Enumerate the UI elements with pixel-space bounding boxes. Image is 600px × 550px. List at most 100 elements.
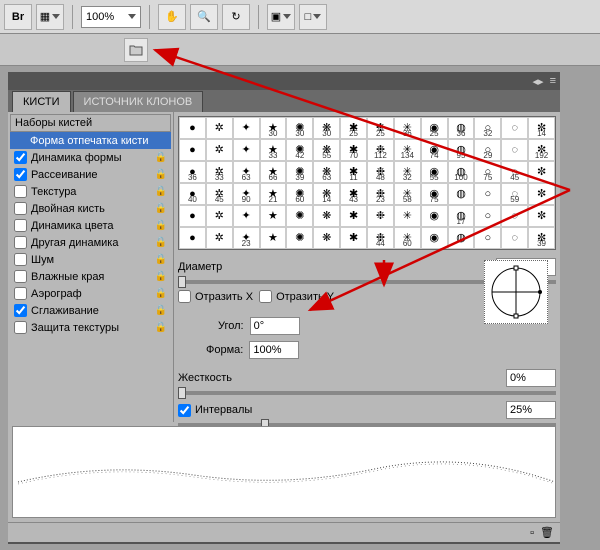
brush-preset[interactable]: ●36 bbox=[179, 161, 206, 183]
brush-preset[interactable]: ✳134 bbox=[394, 139, 421, 161]
brush-preset[interactable]: ❉112 bbox=[367, 139, 394, 161]
check-dual-brush[interactable] bbox=[14, 202, 27, 215]
brush-preset[interactable]: ◉25 bbox=[421, 117, 448, 139]
flip-x-checkbox[interactable]: Отразить X bbox=[178, 290, 253, 303]
brush-preset[interactable]: ✦90 bbox=[233, 183, 260, 205]
brush-preset[interactable]: ★66 bbox=[260, 161, 287, 183]
brush-preset[interactable]: ✳58 bbox=[394, 183, 421, 205]
folder-icon[interactable] bbox=[124, 38, 148, 62]
brush-preset[interactable]: ◉55 bbox=[421, 161, 448, 183]
option-smoothing[interactable]: Сглаживание🔒 bbox=[10, 302, 171, 319]
check-wet-edges[interactable] bbox=[14, 270, 27, 283]
option-tip-shape[interactable]: Форма отпечатка кисти bbox=[10, 132, 171, 149]
option-other-dynamics[interactable]: Другая динамика🔒 bbox=[10, 234, 171, 251]
brush-preset[interactable]: ❋14 bbox=[313, 183, 340, 205]
brush-preset[interactable]: ✲ bbox=[206, 117, 233, 139]
hardness-slider[interactable] bbox=[178, 391, 556, 395]
flip-y-checkbox[interactable]: Отразить Y bbox=[259, 290, 334, 303]
brush-preset[interactable]: ● bbox=[179, 205, 206, 227]
brush-preset[interactable]: ✳ bbox=[394, 205, 421, 227]
brush-preset[interactable]: ◌ bbox=[501, 227, 528, 249]
brush-preset[interactable]: ❋55 bbox=[313, 139, 340, 161]
brush-preset[interactable]: ✲33 bbox=[206, 161, 233, 183]
brush-preset[interactable]: ✺30 bbox=[286, 117, 313, 139]
brush-preset[interactable]: ❋63 bbox=[313, 161, 340, 183]
brush-preset[interactable]: ◉ bbox=[421, 205, 448, 227]
option-shape-dynamics[interactable]: Динамика формы🔒 bbox=[10, 149, 171, 166]
brush-preset[interactable]: ● bbox=[179, 117, 206, 139]
brush-preset[interactable]: ✲ bbox=[206, 139, 233, 161]
brush-preset[interactable]: ◍36 bbox=[448, 117, 475, 139]
brush-preset[interactable]: ✲ bbox=[206, 205, 233, 227]
option-noise[interactable]: Шум🔒 bbox=[10, 251, 171, 268]
brush-preset[interactable]: ○75 bbox=[474, 161, 501, 183]
brush-preset[interactable]: ◌59 bbox=[501, 183, 528, 205]
brush-preset[interactable]: ● bbox=[179, 227, 206, 249]
check-color-dynamics[interactable] bbox=[14, 219, 27, 232]
brush-preset[interactable]: ❉44 bbox=[367, 227, 394, 249]
brush-preset[interactable]: ✳60 bbox=[394, 227, 421, 249]
brush-preset[interactable]: ○29 bbox=[474, 139, 501, 161]
brush-preset[interactable]: ✺60 bbox=[286, 183, 313, 205]
check-smoothing[interactable] bbox=[14, 304, 27, 317]
brush-preset[interactable]: ✼192 bbox=[528, 139, 555, 161]
brush-preset[interactable]: ✱25 bbox=[340, 117, 367, 139]
brush-preset[interactable]: ○ bbox=[474, 227, 501, 249]
option-protect-texture[interactable]: Защита текстуры🔒 bbox=[10, 319, 171, 336]
brush-preset[interactable]: ✼ bbox=[528, 161, 555, 183]
bridge-button[interactable]: Br bbox=[4, 4, 32, 30]
brush-preset[interactable]: ❋30 bbox=[313, 117, 340, 139]
brush-preset[interactable]: ✱43 bbox=[340, 183, 367, 205]
brush-preset[interactable]: ◍ bbox=[448, 183, 475, 205]
tab-clone-source[interactable]: ИСТОЧНИК КЛОНОВ bbox=[73, 91, 204, 112]
spacing-checkbox[interactable]: Интервалы bbox=[178, 404, 252, 417]
roundness-input[interactable] bbox=[249, 341, 299, 359]
brush-preset[interactable]: ✺ bbox=[286, 205, 313, 227]
brush-preset[interactable]: ✱ bbox=[340, 227, 367, 249]
brush-preset[interactable]: ◌ bbox=[501, 117, 528, 139]
tab-brushes[interactable]: КИСТИ bbox=[12, 91, 71, 112]
brush-preset[interactable]: ◌ bbox=[501, 205, 528, 227]
collapse-icon[interactable]: ◂▸ bbox=[533, 75, 544, 88]
hardness-input[interactable] bbox=[506, 369, 556, 387]
brush-preset[interactable]: ◉ bbox=[421, 227, 448, 249]
brush-preset[interactable]: ◍100 bbox=[448, 161, 475, 183]
brush-preset[interactable]: ★ bbox=[260, 205, 287, 227]
option-texture[interactable]: Текстура🔒 bbox=[10, 183, 171, 200]
brush-preset[interactable]: ✦ bbox=[233, 139, 260, 161]
brush-preset[interactable]: ❉25 bbox=[367, 117, 394, 139]
arrange-button[interactable]: ▣ bbox=[267, 4, 295, 30]
rotate-view-button[interactable]: ↻ bbox=[222, 4, 250, 30]
brush-preset[interactable]: ❉23 bbox=[367, 183, 394, 205]
brush-preset[interactable]: ○ bbox=[474, 205, 501, 227]
delete-icon[interactable]: 🗑 bbox=[540, 526, 554, 539]
option-wet-edges[interactable]: Влажные края🔒 bbox=[10, 268, 171, 285]
brush-preset[interactable]: ●40 bbox=[179, 183, 206, 205]
check-other-dynamics[interactable] bbox=[14, 236, 27, 249]
brush-preset[interactable]: ◍ bbox=[448, 227, 475, 249]
brush-preset[interactable]: ◍95 bbox=[448, 139, 475, 161]
brush-preset[interactable]: ● bbox=[179, 139, 206, 161]
film-button[interactable]: ▦ bbox=[36, 4, 64, 30]
new-preset-icon[interactable]: ▫ bbox=[530, 527, 534, 539]
check-airbrush[interactable] bbox=[14, 287, 27, 300]
option-dual-brush[interactable]: Двойная кисть🔒 bbox=[10, 200, 171, 217]
brush-preset[interactable]: ◉75 bbox=[421, 183, 448, 205]
hand-tool-button[interactable]: ✋ bbox=[158, 4, 186, 30]
check-scattering[interactable] bbox=[14, 168, 27, 181]
brush-preset[interactable]: ✺42 bbox=[286, 139, 313, 161]
brush-preset[interactable]: ★33 bbox=[260, 139, 287, 161]
brush-preset[interactable]: ❋ bbox=[313, 227, 340, 249]
brush-preset[interactable]: ◌45 bbox=[501, 161, 528, 183]
spacing-input[interactable] bbox=[506, 401, 556, 419]
brush-preset[interactable]: ◍17 bbox=[448, 205, 475, 227]
zoom-tool-button[interactable]: 🔍 bbox=[190, 4, 218, 30]
brush-preset[interactable]: ✲45 bbox=[206, 183, 233, 205]
brush-preset[interactable]: ✦ bbox=[233, 117, 260, 139]
brush-presets-header[interactable]: Наборы кистей bbox=[10, 114, 171, 132]
option-color-dynamics[interactable]: Динамика цвета🔒 bbox=[10, 217, 171, 234]
brush-preset[interactable]: ✳32 bbox=[394, 161, 421, 183]
brush-preset-grid[interactable]: ●✲✦★30✺30❋30✱25❉25✳36◉25◍36○32◌✼14●✲✦★33… bbox=[178, 116, 556, 250]
brush-preset[interactable]: ✱70 bbox=[340, 139, 367, 161]
brush-preset[interactable]: ★21 bbox=[260, 183, 287, 205]
